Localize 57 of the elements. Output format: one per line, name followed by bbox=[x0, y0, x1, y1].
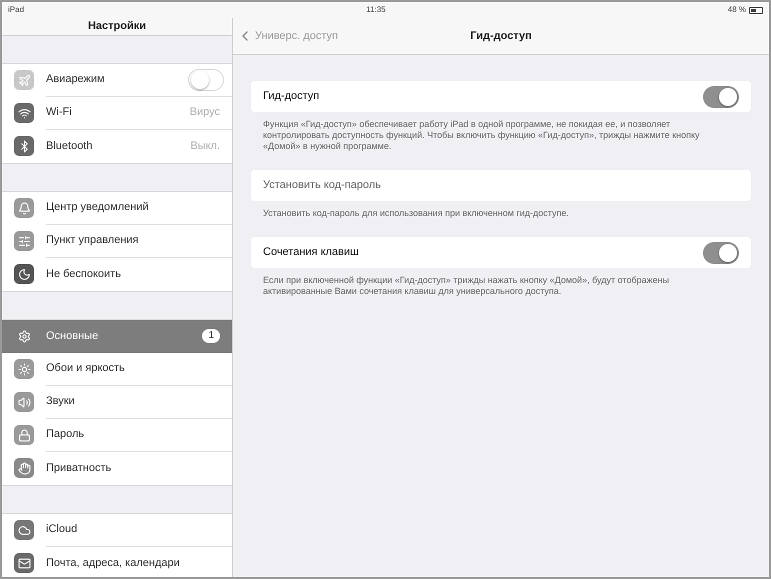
sidebar-item[interactable]: Авиарежим bbox=[2, 64, 232, 96]
sidebar-item[interactable]: Центр уведомлений bbox=[2, 192, 232, 224]
item-label: Пункт управления bbox=[46, 233, 140, 248]
toggle-switch[interactable] bbox=[703, 242, 739, 264]
item-label: Центр уведомлений bbox=[46, 200, 150, 216]
airplane-icon bbox=[14, 70, 34, 90]
sliders-icon bbox=[14, 231, 34, 251]
sidebar-item[interactable]: Пункт управления bbox=[2, 224, 232, 258]
item-label: Пароль bbox=[46, 427, 86, 442]
row-label: Сочетания клавиш bbox=[263, 245, 359, 260]
item-label: Обои и яркость bbox=[46, 361, 126, 376]
hand-icon bbox=[14, 458, 34, 478]
setting-value: Выкл. bbox=[190, 138, 220, 154]
sidebar-item[interactable]: Звуки bbox=[2, 386, 232, 418]
toggle-switch[interactable] bbox=[188, 68, 224, 90]
sidebar-title: Настройки bbox=[88, 19, 146, 34]
sidebar-item[interactable]: Bluetooth Выкл. bbox=[2, 130, 232, 162]
sidebar-item[interactable]: Не беспокоить bbox=[2, 258, 232, 290]
item-label: Приватность bbox=[46, 460, 112, 476]
battery-percent: 48 % bbox=[728, 4, 746, 16]
notification-badge: 1 bbox=[202, 329, 220, 343]
item-label: Почта, адреса, календари bbox=[46, 556, 181, 571]
bell-icon bbox=[14, 198, 34, 218]
item-label: iCloud bbox=[46, 522, 78, 538]
item-label: Bluetooth bbox=[46, 138, 94, 154]
item-label: Авиарежим bbox=[46, 72, 106, 88]
setting-value: Вирус bbox=[190, 105, 220, 120]
clock: 11:35 bbox=[366, 4, 386, 16]
row-label: Установить код-пароль bbox=[263, 178, 381, 194]
sidebar-item[interactable]: Обои и яркость bbox=[2, 352, 232, 386]
footer-text: Если при включенной функции «Гид-доступ» трижды нажать кнопку «Домой», будут отображены активированные Вами сочетания клавиш для универсального доступа. bbox=[262, 275, 670, 297]
device-name: iPad bbox=[8, 4, 24, 16]
item-label: Wi-Fi bbox=[46, 105, 73, 120]
sidebar-item[interactable]: Основные 1 bbox=[2, 320, 232, 352]
page-title: Гид-доступ bbox=[470, 28, 532, 44]
footer-text: Установить код-пароль для использования при включенном гид-доступе. bbox=[262, 208, 570, 219]
sidebar-item[interactable]: Приватность bbox=[2, 452, 232, 484]
settings-row[interactable]: Установить код-пароль bbox=[251, 170, 751, 201]
sidebar-item[interactable]: Wi-Fi Вирус bbox=[2, 96, 232, 130]
item-label: Не беспокоить bbox=[46, 266, 122, 282]
sidebar-item[interactable]: iCloud bbox=[2, 514, 232, 546]
bluetooth-icon bbox=[14, 136, 34, 156]
speaker-icon bbox=[14, 392, 34, 412]
cloud-icon bbox=[14, 520, 34, 540]
wifi-icon bbox=[14, 103, 34, 123]
lock-icon bbox=[14, 425, 34, 445]
row-label: Гид-доступ bbox=[263, 89, 320, 104]
footer-text: Функция «Гид-доступ» обеспечивает работу iPad в одной программе, не покидая ее, и позволяет контролировать доступность функций. Чтобы включить функцию «Гид-доступ», трижды нажмите кнопку «Домой» в нужной программе. bbox=[262, 119, 701, 152]
item-label: Звуки bbox=[46, 394, 76, 410]
moon-icon bbox=[14, 264, 34, 284]
battery-icon bbox=[749, 6, 763, 14]
item-label: Основные bbox=[46, 328, 100, 344]
sun-icon bbox=[14, 359, 34, 379]
envelope-icon bbox=[14, 553, 34, 573]
sidebar-item[interactable]: Почта, адреса, календари bbox=[2, 546, 232, 577]
sidebar-item[interactable]: Пароль bbox=[2, 418, 232, 452]
toggle-switch[interactable] bbox=[703, 86, 739, 108]
